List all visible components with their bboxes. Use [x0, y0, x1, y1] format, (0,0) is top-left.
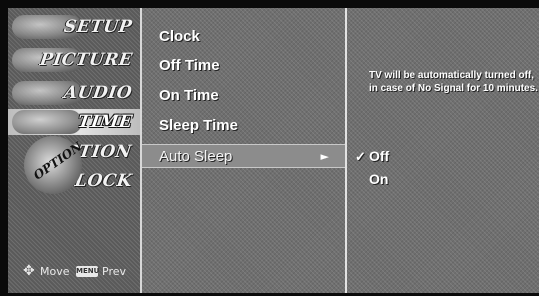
navigation-hint-bar: ✥ Move MENU Prev — [8, 258, 140, 288]
menu-item-label: Clock — [159, 28, 200, 45]
menu-item-clock[interactable]: Clock — [142, 25, 345, 49]
tv-menu-screen: SETUP PICTURE AUDIO TIME OPTION LOCK OPT… — [0, 0, 539, 296]
menu-item-sleep-time[interactable]: Sleep Time — [142, 114, 345, 138]
menu-item-off-time[interactable]: Off Time — [142, 54, 345, 78]
sidebar-item-label: SETUP — [62, 17, 134, 37]
menu-item-on-time[interactable]: On Time — [142, 84, 345, 108]
menu-key-icon: MENU — [76, 266, 100, 277]
option-off[interactable]: ✓ Off — [355, 148, 389, 165]
menu-item-label: Off Time — [159, 57, 220, 74]
menu-item-label: On Time — [159, 87, 219, 104]
sidebar-item-label: LOCK — [73, 171, 134, 191]
screen-border-left — [0, 0, 8, 296]
right-arrow-icon: ► — [320, 150, 329, 163]
time-thumbnail-icon — [12, 110, 82, 134]
move-hint-label: Move — [40, 265, 70, 278]
option-stamp-icon: OPTION — [24, 136, 85, 194]
option-label: Off — [369, 148, 390, 164]
sidebar-item-audio[interactable]: AUDIO — [8, 80, 140, 106]
sidebar-item-label: TIME — [76, 112, 134, 132]
option-stamp-text: OPTION — [30, 139, 85, 183]
screen-border-top — [0, 0, 539, 8]
category-sidebar: SETUP PICTURE AUDIO TIME OPTION LOCK OPT… — [8, 8, 142, 293]
prev-hint-label: Prev — [102, 265, 126, 278]
option-on[interactable]: On — [355, 171, 388, 187]
menu-item-label: Sleep Time — [159, 117, 238, 134]
sidebar-item-label: PICTURE — [38, 50, 134, 70]
sidebar-item-setup[interactable]: SETUP — [8, 14, 140, 40]
time-menu: Clock Off Time On Time Sleep Time Auto S… — [142, 8, 345, 293]
move-arrows-icon: ✥ — [23, 263, 35, 279]
sidebar-item-time[interactable]: TIME — [8, 109, 140, 135]
sidebar-item-picture[interactable]: PICTURE — [8, 47, 140, 73]
auto-sleep-panel: TV will be automatically turned off, in … — [347, 8, 539, 293]
option-label: On — [369, 171, 389, 187]
menu-item-auto-sleep[interactable]: Auto Sleep ► — [142, 144, 345, 168]
auto-sleep-description: TV will be automatically turned off, in … — [369, 70, 538, 94]
sidebar-item-label: AUDIO — [62, 83, 134, 103]
checkmark-icon: ✓ — [355, 149, 366, 164]
menu-item-label: Auto Sleep — [159, 148, 233, 165]
